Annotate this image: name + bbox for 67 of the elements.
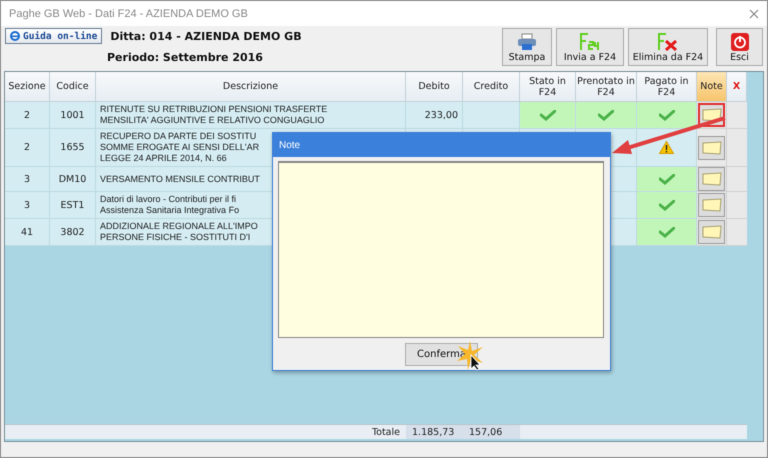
column-header[interactable]: Note	[697, 72, 727, 102]
toolbar-button[interactable]: Elimina da F24	[628, 28, 708, 66]
column-header[interactable]: Stato in F24	[520, 72, 576, 102]
toolbar-button[interactable]: Esci	[716, 28, 763, 66]
description-text: SOMME EROGATE AI SENSI DELL'AR	[100, 142, 260, 153]
table-cell: 2	[5, 129, 50, 167]
table-cell: 3802	[50, 219, 96, 246]
note-input-field[interactable]	[278, 161, 604, 338]
note-button[interactable]	[698, 193, 725, 217]
column-header[interactable]: Codice	[50, 72, 96, 102]
column-header[interactable]: Credito	[463, 72, 520, 102]
column-header[interactable]: Pagato in F24	[637, 72, 697, 102]
arrow-icon	[610, 116, 728, 156]
table-cell: 3	[5, 192, 50, 219]
column-header[interactable]: X	[727, 72, 747, 102]
company-label: Ditta: 014 - AZIENDA DEMO GB	[110, 30, 302, 42]
note-icon	[702, 140, 722, 154]
description-text: RECUPERO DA PARTE DEI SOSTITU	[100, 131, 256, 142]
total-label: Totale	[5, 424, 406, 439]
printer-icon	[517, 33, 537, 51]
description-text: PERSONE FISICHE - SOSTITUTI D'I	[100, 232, 250, 243]
check-icon	[658, 226, 674, 238]
description-text: LEGGE 24 APRILE 2014, N. 66	[100, 153, 227, 164]
column-header[interactable]: Descrizione	[96, 72, 406, 102]
dialog-title: Note	[273, 133, 610, 157]
total-value: 1.185,73	[406, 424, 463, 439]
column-header[interactable]: Prenotato in F24	[576, 72, 637, 102]
note-icon	[702, 225, 722, 239]
delete-document-icon	[657, 33, 679, 51]
note-button[interactable]	[698, 220, 725, 244]
note-button[interactable]	[698, 167, 725, 191]
document-icon	[579, 33, 601, 51]
note-icon	[702, 172, 722, 186]
description-text: Assistenza Sanitaria Integrativa Fo	[100, 205, 240, 216]
description-text: Datori di lavoro - Contributi per il fi	[100, 194, 236, 205]
toolbar-button[interactable]: Invia a F24	[556, 28, 624, 66]
description-text: VERSAMENTO MENSILE CONTRIBUT	[100, 174, 260, 184]
note-button[interactable]	[698, 136, 725, 160]
help-button[interactable]: Guida on-line	[5, 28, 102, 44]
browser-icon	[10, 31, 20, 41]
description-text: ADDIZIONALE REGIONALE ALL'IMPO	[100, 221, 258, 232]
check-icon	[598, 110, 614, 120]
check-icon	[540, 110, 556, 120]
close-icon[interactable]	[749, 8, 759, 18]
note-icon	[702, 108, 722, 122]
check-icon	[658, 200, 674, 210]
window-title: Paghe GB Web - Dati F24 - AZIENDA DEMO GB	[9, 8, 248, 20]
table-cell: 1655	[50, 129, 96, 167]
table-cell: 3	[5, 167, 50, 192]
total-value: 157,06	[463, 424, 520, 439]
table-cell: 2	[5, 102, 50, 129]
table-cell: EST1	[50, 192, 96, 219]
period-label: Periodo: Settembre 2016	[107, 51, 263, 64]
table-cell: 233,00	[406, 102, 463, 129]
toolbar-button[interactable]: Stampa	[502, 28, 552, 66]
note-icon	[702, 198, 722, 212]
warning-icon	[659, 141, 674, 154]
column-header[interactable]: Debito	[406, 72, 463, 102]
table-cell: 41	[5, 219, 50, 246]
power-icon	[730, 33, 748, 51]
table-cell: 1001	[50, 102, 96, 129]
table-cell: DM10	[50, 167, 96, 192]
check-icon	[658, 110, 674, 120]
check-icon	[658, 174, 674, 184]
column-header[interactable]: Sezione	[5, 72, 50, 102]
description-text: MENSILITA' AGGIUNTIVE E RELATIVO CONGUAGLIO	[100, 115, 324, 126]
description-text: RITENUTE SU RETRIBUZIONI PENSIONI TRASFERTE	[100, 104, 328, 115]
